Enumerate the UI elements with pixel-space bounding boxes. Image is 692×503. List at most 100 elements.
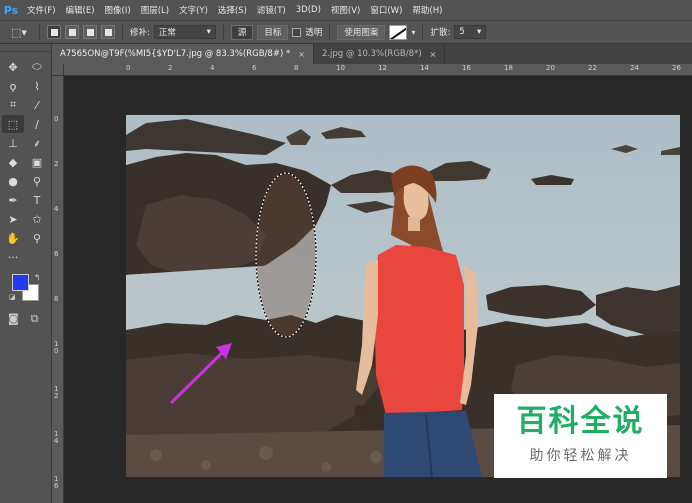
ruler-tick-label: 6	[252, 64, 257, 72]
menu-bar: Ps 文件(F) 编辑(E) 图像(I) 图层(L) 文字(Y) 选择(S) 滤…	[0, 0, 692, 20]
watermark-badge: 百科全说 助你轻松解决	[494, 394, 667, 478]
transparent-checkbox[interactable]	[292, 27, 302, 37]
ruler-origin[interactable]	[52, 64, 64, 76]
ruler-tick-label: 16	[462, 64, 471, 72]
menu-file[interactable]: 文件(F)	[22, 4, 61, 16]
pen-tool-icon[interactable]: ✒	[2, 191, 24, 209]
patch-tool-icon[interactable]: ⬚	[2, 115, 24, 133]
menu-select[interactable]: 选择(S)	[213, 4, 252, 16]
tab-label: A7565ON@T9F(%MI5{$YD'L7.jpg @ 83.3%(RGB/…	[60, 49, 291, 59]
menu-window[interactable]: 窗口(W)	[365, 4, 407, 16]
shape-tool-icon[interactable]: ✩	[26, 210, 48, 228]
screen-mode-icon[interactable]: ⧉	[31, 312, 39, 326]
quick-selection-tool-icon[interactable]: ⌇	[26, 77, 48, 95]
photoshop-logo[interactable]: Ps	[0, 0, 22, 20]
ruler-tick-label: 6	[54, 250, 59, 258]
subtract-from-selection-button[interactable]	[83, 25, 97, 39]
menu-edit[interactable]: 编辑(E)	[61, 4, 100, 16]
tab-label: 2.jpg @ 10.3%(RGB/8*)	[321, 49, 422, 59]
eraser-tool-icon[interactable]: ◆	[2, 153, 24, 171]
menu-type[interactable]: 文字(Y)	[174, 4, 213, 16]
ruler-tick-label: 4	[210, 64, 215, 72]
options-bar: ⬚▾ 修补: 正常 ▾ 源 目标 透明 使用图案 ▾ 扩散: 5 ▾	[0, 20, 692, 44]
tab-document-2[interactable]: 2.jpg @ 10.3%(RGB/8*) ×	[314, 44, 446, 64]
ruler-tick-label: 8	[294, 64, 299, 72]
foreground-color-swatch[interactable]	[12, 274, 29, 291]
transparent-label: 透明	[305, 28, 323, 38]
add-to-selection-button[interactable]	[65, 25, 79, 39]
ruler-tick-label: 1 0	[54, 340, 59, 355]
zoom-tool-icon[interactable]: ⚲	[26, 229, 48, 247]
diffusion-value: 5	[459, 27, 465, 37]
quick-mask-icon[interactable]: ◙	[8, 312, 19, 326]
source-button[interactable]: 源	[230, 24, 254, 40]
close-icon[interactable]: ×	[430, 50, 437, 59]
menu-3d[interactable]: 3D(D)	[291, 5, 326, 15]
divider	[329, 24, 331, 40]
menu-image[interactable]: 图像(I)	[100, 4, 136, 16]
destination-button[interactable]: 目标	[257, 24, 289, 40]
intersect-selection-button[interactable]	[101, 25, 115, 39]
menu-filter[interactable]: 滤镜(T)	[252, 4, 291, 16]
crop-tool-icon[interactable]: ⌗	[2, 96, 24, 114]
patch-tool-icon[interactable]: ⬚▾	[6, 23, 32, 41]
use-pattern-button[interactable]: 使用图案	[337, 24, 386, 40]
ruler-tick-label: 24	[630, 64, 639, 72]
tab-document-1[interactable]: A7565ON@T9F(%MI5{$YD'L7.jpg @ 83.3%(RGB/…	[52, 44, 314, 64]
ruler-tick-label: 1 6	[54, 475, 59, 490]
ruler-tick-label: 2	[168, 64, 173, 72]
ruler-tick-label: 1 4	[54, 430, 59, 445]
close-icon[interactable]: ×	[298, 50, 305, 59]
watermark-subtitle: 助你轻松解决	[529, 448, 632, 464]
default-colors-icon[interactable]: ◪	[9, 293, 16, 301]
more-tools-icon[interactable]: ···	[2, 248, 24, 266]
chevron-down-icon[interactable]: ▾	[411, 28, 415, 37]
horizontal-ruler[interactable]: 0246810121416182022242628	[64, 64, 692, 76]
ruler-tick-label: 12	[378, 64, 387, 72]
diffusion-label: 扩散:	[430, 28, 451, 38]
ruler-tick-label: 14	[420, 64, 429, 72]
panel-grip[interactable]	[0, 44, 51, 52]
ruler-tick-label: 0	[126, 64, 131, 72]
marquee-tool-icon[interactable]: ⬭	[26, 58, 48, 76]
menu-layer[interactable]: 图层(L)	[136, 4, 174, 16]
document-tabs: A7565ON@T9F(%MI5{$YD'L7.jpg @ 83.3%(RGB/…	[52, 44, 692, 64]
ruler-tick-label: 4	[54, 205, 59, 213]
patch-label: 修补:	[130, 28, 150, 38]
clone-stamp-tool-icon[interactable]: ⊥	[2, 134, 24, 152]
ruler-tick-label: 0	[54, 115, 59, 123]
vertical-ruler[interactable]: 0 2 4 6 8 1 0 1 2 1 4 1 6	[52, 76, 64, 503]
diffusion-select[interactable]: 5 ▾	[454, 25, 487, 39]
menu-help[interactable]: 帮助(H)	[407, 4, 447, 16]
ruler-tick-label: 1 2	[54, 385, 59, 400]
lasso-tool-icon[interactable]: ϙ	[2, 77, 24, 95]
ruler-tick-label: 8	[54, 295, 59, 303]
path-selection-tool-icon[interactable]: ➤	[2, 210, 24, 228]
move-tool-icon[interactable]: ✥	[2, 58, 24, 76]
ruler-tick-label: 26	[672, 64, 681, 72]
chevron-down-icon: ▾	[206, 27, 211, 37]
brush-tool-icon[interactable]: ∕	[26, 115, 48, 133]
ruler-tick-label: 18	[504, 64, 513, 72]
patch-mode-value: 正常	[158, 28, 176, 38]
swap-colors-icon[interactable]: ↰	[34, 273, 41, 282]
chevron-down-icon: ▾	[477, 27, 482, 37]
history-brush-tool-icon[interactable]: ⸙	[26, 134, 48, 152]
divider	[122, 24, 123, 40]
new-selection-button[interactable]	[47, 25, 61, 39]
gradient-tool-icon[interactable]: ▣	[26, 153, 48, 171]
divider	[39, 24, 40, 40]
menu-view[interactable]: 视图(V)	[326, 4, 365, 16]
hand-tool-icon[interactable]: ✋	[2, 229, 24, 247]
patch-mode-select[interactable]: 正常 ▾	[153, 25, 216, 39]
type-tool-icon[interactable]: T	[26, 191, 48, 209]
watermark-title: 百科全说	[516, 404, 645, 439]
blur-tool-icon[interactable]: ●	[2, 172, 24, 190]
ruler-tick-label: 22	[588, 64, 597, 72]
tools-panel: ✥ ⬭ ϙ ⌇ ⌗ ⁄ ⬚ ∕ ⊥ ⸙ ◆ ▣ ● ⚲ ✒ T ➤ ✩ ✋ ⚲ …	[0, 44, 52, 503]
dodge-tool-icon[interactable]: ⚲	[26, 172, 48, 190]
pattern-swatch[interactable]	[389, 24, 408, 40]
eyedropper-tool-icon[interactable]: ⁄	[26, 96, 48, 114]
ruler-tick-label: 10	[336, 64, 345, 72]
divider	[422, 24, 424, 40]
